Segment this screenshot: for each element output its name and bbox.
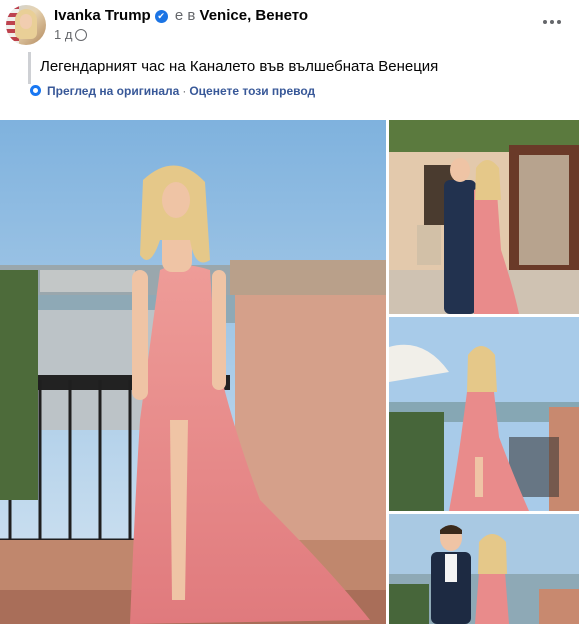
location-link[interactable]: Venice, Венето — [200, 7, 309, 24]
photo-3-illustration — [389, 317, 579, 511]
more-options-button[interactable] — [537, 10, 567, 34]
rate-translation-link[interactable]: Оценете този превод — [189, 84, 315, 98]
photo-3[interactable] — [389, 317, 579, 511]
author-line: Ivanka Trump ✔ е в Venice, Венето — [54, 6, 308, 26]
photo-4[interactable] — [389, 514, 579, 624]
post-header: Ivanka Trump ✔ е в Venice, Венето 1 д — [0, 0, 579, 52]
location-prefix: е в — [174, 7, 196, 24]
post-meta: 1 д — [54, 27, 88, 43]
caption-block: Легендарният час на Каналето във вълшебн… — [28, 52, 438, 84]
author-name[interactable]: Ivanka Trump — [54, 7, 151, 24]
verified-badge-icon: ✔ — [154, 10, 168, 23]
timestamp[interactable]: 1 д — [54, 27, 72, 42]
translation-bar: Преглед на оригинала · Оценете този превод — [30, 83, 315, 99]
view-original-link[interactable]: Преглед на оригинала — [47, 84, 179, 98]
main-photo[interactable] — [0, 120, 386, 624]
main-photo-illustration — [0, 120, 386, 624]
photo-2[interactable] — [389, 120, 579, 314]
globe-icon[interactable] — [75, 29, 88, 41]
post-caption: Легендарният час на Каналето във вълшебн… — [40, 58, 439, 75]
photo-4-illustration — [389, 514, 579, 624]
avatar[interactable] — [6, 5, 46, 45]
gear-icon[interactable] — [30, 85, 41, 96]
photo-2-illustration — [389, 120, 579, 314]
